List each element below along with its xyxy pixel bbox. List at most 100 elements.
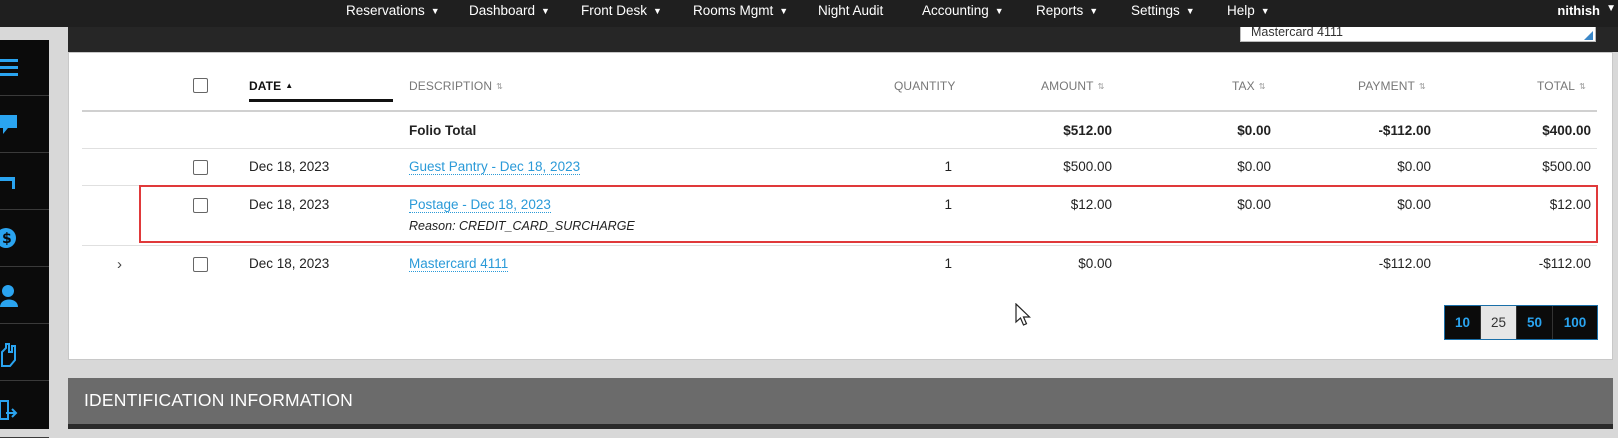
header-label: TOTAL bbox=[1537, 79, 1576, 93]
folio-total-total: $400.00 bbox=[1542, 123, 1591, 138]
column-header-payment[interactable]: PAYMENT ⇅ bbox=[1358, 79, 1426, 93]
nav-label: Settings bbox=[1131, 3, 1180, 18]
identification-section-header[interactable]: IDENTIFICATION INFORMATION bbox=[68, 378, 1613, 424]
nav-reservations[interactable]: Reservations ▼ bbox=[346, 3, 440, 18]
chevron-right-icon[interactable]: › bbox=[117, 256, 122, 273]
nav-label: Rooms Mgmt bbox=[693, 3, 774, 18]
bed-icon bbox=[0, 177, 15, 189]
row-description-link[interactable]: Mastercard 4111 bbox=[409, 256, 509, 272]
top-nav: Reservations ▼ Dashboard ▼ Front Desk ▼ Roo… bbox=[0, 0, 1618, 27]
column-header-tax[interactable]: TAX ⇅ bbox=[1232, 79, 1266, 93]
caret-down-icon: ▼ bbox=[430, 6, 440, 16]
user-icon bbox=[0, 285, 18, 307]
nav-label: Reservations bbox=[346, 3, 425, 18]
nav-night-audit[interactable]: Night Audit bbox=[818, 3, 883, 18]
row-tax: $0.00 bbox=[1237, 197, 1271, 212]
row-quantity: 1 bbox=[944, 159, 952, 174]
row-date: Dec 18, 2023 bbox=[249, 159, 330, 174]
dollar-icon: $ bbox=[0, 228, 16, 248]
section-title: IDENTIFICATION INFORMATION bbox=[84, 390, 353, 410]
row-total: -$112.00 bbox=[1538, 256, 1591, 271]
row-description-link[interactable]: Postage - Dec 18, 2023 bbox=[409, 197, 551, 213]
page-size-selector: 10 25 50 100 bbox=[1444, 305, 1598, 340]
row-quantity: 1 bbox=[944, 256, 952, 271]
sort-ascending-icon: ▲ bbox=[285, 81, 294, 90]
header-label: AMOUNT bbox=[1041, 79, 1094, 93]
row-amount: $500.00 bbox=[1063, 159, 1112, 174]
sidebar-chat-button[interactable] bbox=[0, 97, 49, 153]
section-body-edge bbox=[68, 424, 1613, 429]
column-header-quantity: QUANTITY bbox=[894, 79, 955, 93]
column-header-amount[interactable]: AMOUNT ⇅ bbox=[1041, 79, 1104, 93]
select-all-checkbox[interactable] bbox=[193, 78, 208, 93]
sidebar-transfer-button[interactable] bbox=[0, 382, 49, 438]
nav-help[interactable]: Help ▼ bbox=[1227, 3, 1270, 18]
nav-label: Help bbox=[1227, 3, 1255, 18]
row-total: $500.00 bbox=[1542, 159, 1591, 174]
folio-total-label: Folio Total bbox=[409, 123, 477, 138]
sidebar-guest-button[interactable] bbox=[0, 268, 49, 324]
select-resize-icon bbox=[1584, 31, 1593, 40]
caret-down-icon: ▼ bbox=[1089, 6, 1099, 16]
nav-front-desk[interactable]: Front Desk ▼ bbox=[581, 3, 662, 18]
folio-total-tax: $0.00 bbox=[1237, 123, 1271, 138]
row-checkbox[interactable] bbox=[193, 160, 208, 175]
caret-down-icon: ▼ bbox=[779, 6, 789, 16]
row-tax: $0.00 bbox=[1237, 159, 1271, 174]
caret-down-icon: ▼ bbox=[1260, 6, 1270, 16]
page-size-100[interactable]: 100 bbox=[1553, 306, 1597, 339]
row-checkbox[interactable] bbox=[193, 257, 208, 272]
transfer-icon bbox=[0, 400, 18, 420]
sort-icon: ⇅ bbox=[1579, 82, 1586, 91]
column-header-description[interactable]: DESCRIPTION ⇅ bbox=[409, 79, 503, 93]
svg-text:$: $ bbox=[2, 231, 12, 247]
caret-down-icon: ▼ bbox=[541, 6, 550, 16]
caret-down-icon: ▼ bbox=[653, 6, 662, 16]
sidebar-rooms-button[interactable] bbox=[0, 154, 49, 210]
page-size-50[interactable]: 50 bbox=[1517, 306, 1553, 339]
nav-accounting[interactable]: Accounting ▼ bbox=[922, 3, 1004, 18]
row-date: Dec 18, 2023 bbox=[249, 197, 330, 212]
sidebar-list-button[interactable] bbox=[0, 40, 49, 96]
nav-label: Accounting bbox=[922, 3, 989, 18]
sidebar-requests-button[interactable] bbox=[0, 325, 49, 381]
header-label: TAX bbox=[1232, 79, 1255, 93]
payment-method-select[interactable]: Mastercard 4111 bbox=[1240, 27, 1596, 42]
payment-method-value: Mastercard 4111 bbox=[1251, 27, 1343, 39]
header-label: DESCRIPTION bbox=[409, 79, 493, 93]
left-sidebar: $ bbox=[0, 40, 49, 438]
header-label: DATE bbox=[249, 79, 282, 93]
nav-label: Night Audit bbox=[818, 3, 884, 18]
row-total: $12.00 bbox=[1549, 197, 1591, 212]
column-header-date[interactable]: DATE ▲ bbox=[249, 79, 293, 93]
sort-icon: ⇅ bbox=[1097, 82, 1105, 91]
active-sort-indicator bbox=[249, 99, 393, 102]
nav-rooms-mgmt[interactable]: Rooms Mgmt ▼ bbox=[693, 3, 788, 18]
highlighted-row-outline bbox=[139, 185, 1598, 243]
page-size-25[interactable]: 25 bbox=[1481, 306, 1517, 339]
row-payment: -$112.00 bbox=[1378, 256, 1431, 271]
row-checkbox[interactable] bbox=[193, 198, 208, 213]
sidebar-billing-button[interactable]: $ bbox=[0, 211, 49, 267]
header-label: PAYMENT bbox=[1358, 79, 1415, 93]
column-header-total[interactable]: TOTAL ⇅ bbox=[1537, 79, 1586, 93]
nav-label: Front Desk bbox=[581, 3, 648, 18]
nav-settings[interactable]: Settings ▼ bbox=[1131, 3, 1195, 18]
row-payment: $0.00 bbox=[1397, 159, 1431, 174]
nav-reports[interactable]: Reports ▼ bbox=[1036, 3, 1098, 18]
row-amount: $12.00 bbox=[1070, 197, 1112, 212]
user-menu[interactable]: nithish bbox=[1557, 3, 1600, 18]
caret-down-icon: ▼ bbox=[1606, 3, 1616, 14]
nav-label: Dashboard bbox=[469, 3, 536, 18]
row-quantity: 1 bbox=[944, 197, 952, 212]
hand-icon bbox=[1, 343, 16, 367]
header-label: QUANTITY bbox=[894, 79, 956, 93]
caret-down-icon: ▼ bbox=[1185, 6, 1195, 16]
list-icon bbox=[0, 59, 18, 76]
row-description-link[interactable]: Guest Pantry - Dec 18, 2023 bbox=[409, 159, 581, 175]
nav-dashboard[interactable]: Dashboard ▼ bbox=[469, 3, 550, 18]
row-amount: $0.00 bbox=[1078, 256, 1112, 271]
page-size-10[interactable]: 10 bbox=[1445, 306, 1481, 339]
header-divider bbox=[82, 110, 1597, 112]
folio-total-amount: $512.00 bbox=[1063, 123, 1112, 138]
